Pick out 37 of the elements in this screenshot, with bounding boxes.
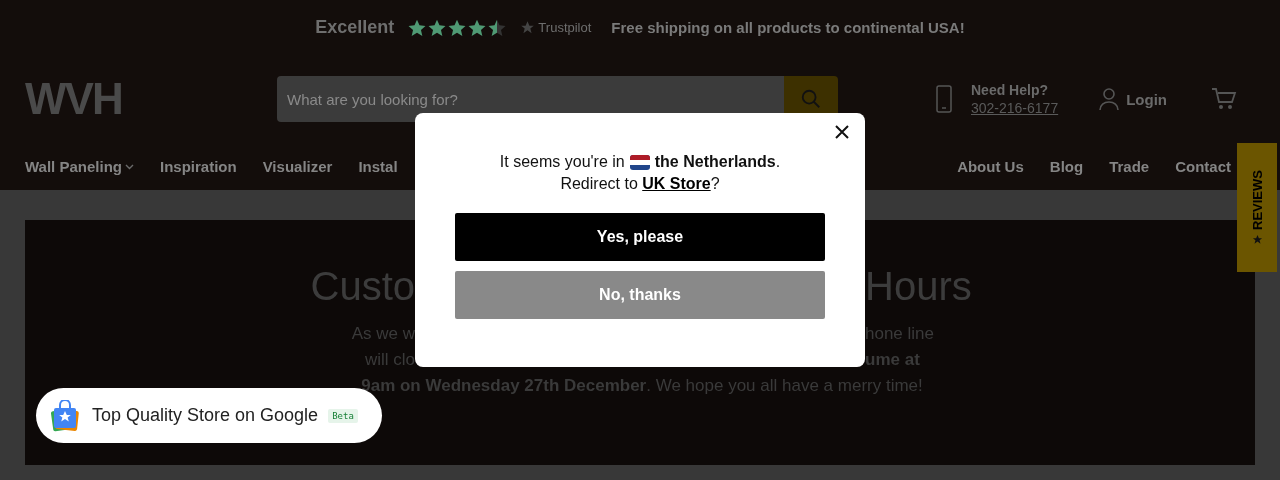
star-icon	[428, 18, 447, 37]
nav-link[interactable]: Visualizer	[262, 158, 333, 175]
help-title: Need Help?	[971, 82, 1049, 98]
nav-link[interactable]: Blog	[1049, 158, 1084, 175]
login-link[interactable]: Login	[1098, 87, 1167, 111]
badge-label: Top Quality Store on Google	[92, 405, 319, 426]
brand-name: Trustpilot	[538, 20, 592, 35]
confirm-button[interactable]: Yes, please	[455, 213, 825, 261]
star-icon	[520, 20, 536, 35]
dialog-text: It seems you're in	[499, 153, 625, 171]
close-icon[interactable]	[833, 123, 851, 141]
rating-label: Excellent	[315, 17, 395, 38]
shopping-bag-icon	[50, 399, 82, 432]
cart-icon[interactable]	[1211, 87, 1237, 111]
nav-link[interactable]: Wall Paneling	[25, 158, 134, 175]
store-link[interactable]: UK Store	[642, 175, 711, 192]
chevron-down-icon	[124, 163, 134, 170]
star-icon	[448, 18, 467, 37]
nav-link[interactable]: Instal	[358, 158, 398, 175]
star-icon	[488, 18, 507, 37]
nav-link[interactable]: Trade	[1109, 158, 1150, 175]
nav-link[interactable]: Inspiration	[159, 158, 237, 175]
beta-tag: Beta	[328, 408, 358, 423]
search-icon	[800, 88, 822, 110]
user-icon	[1098, 87, 1121, 111]
nav-link[interactable]: Contact	[1175, 158, 1231, 175]
reviews-tab[interactable]: REVIEWS	[1237, 143, 1277, 272]
decline-button[interactable]: No, thanks	[455, 271, 825, 319]
star-icon	[468, 18, 487, 37]
star-icon	[408, 18, 427, 37]
dialog-text: Redirect to UK Store?	[559, 175, 721, 193]
promo-text: Free shipping on all products to continental USA!	[611, 19, 965, 36]
nav-link[interactable]: About Us	[957, 158, 1024, 175]
flag-icon	[629, 154, 650, 170]
phone-link[interactable]: 302-216-6177	[971, 100, 1059, 116]
star-icon	[1251, 234, 1263, 245]
country-name: the Netherlands.	[654, 153, 781, 171]
